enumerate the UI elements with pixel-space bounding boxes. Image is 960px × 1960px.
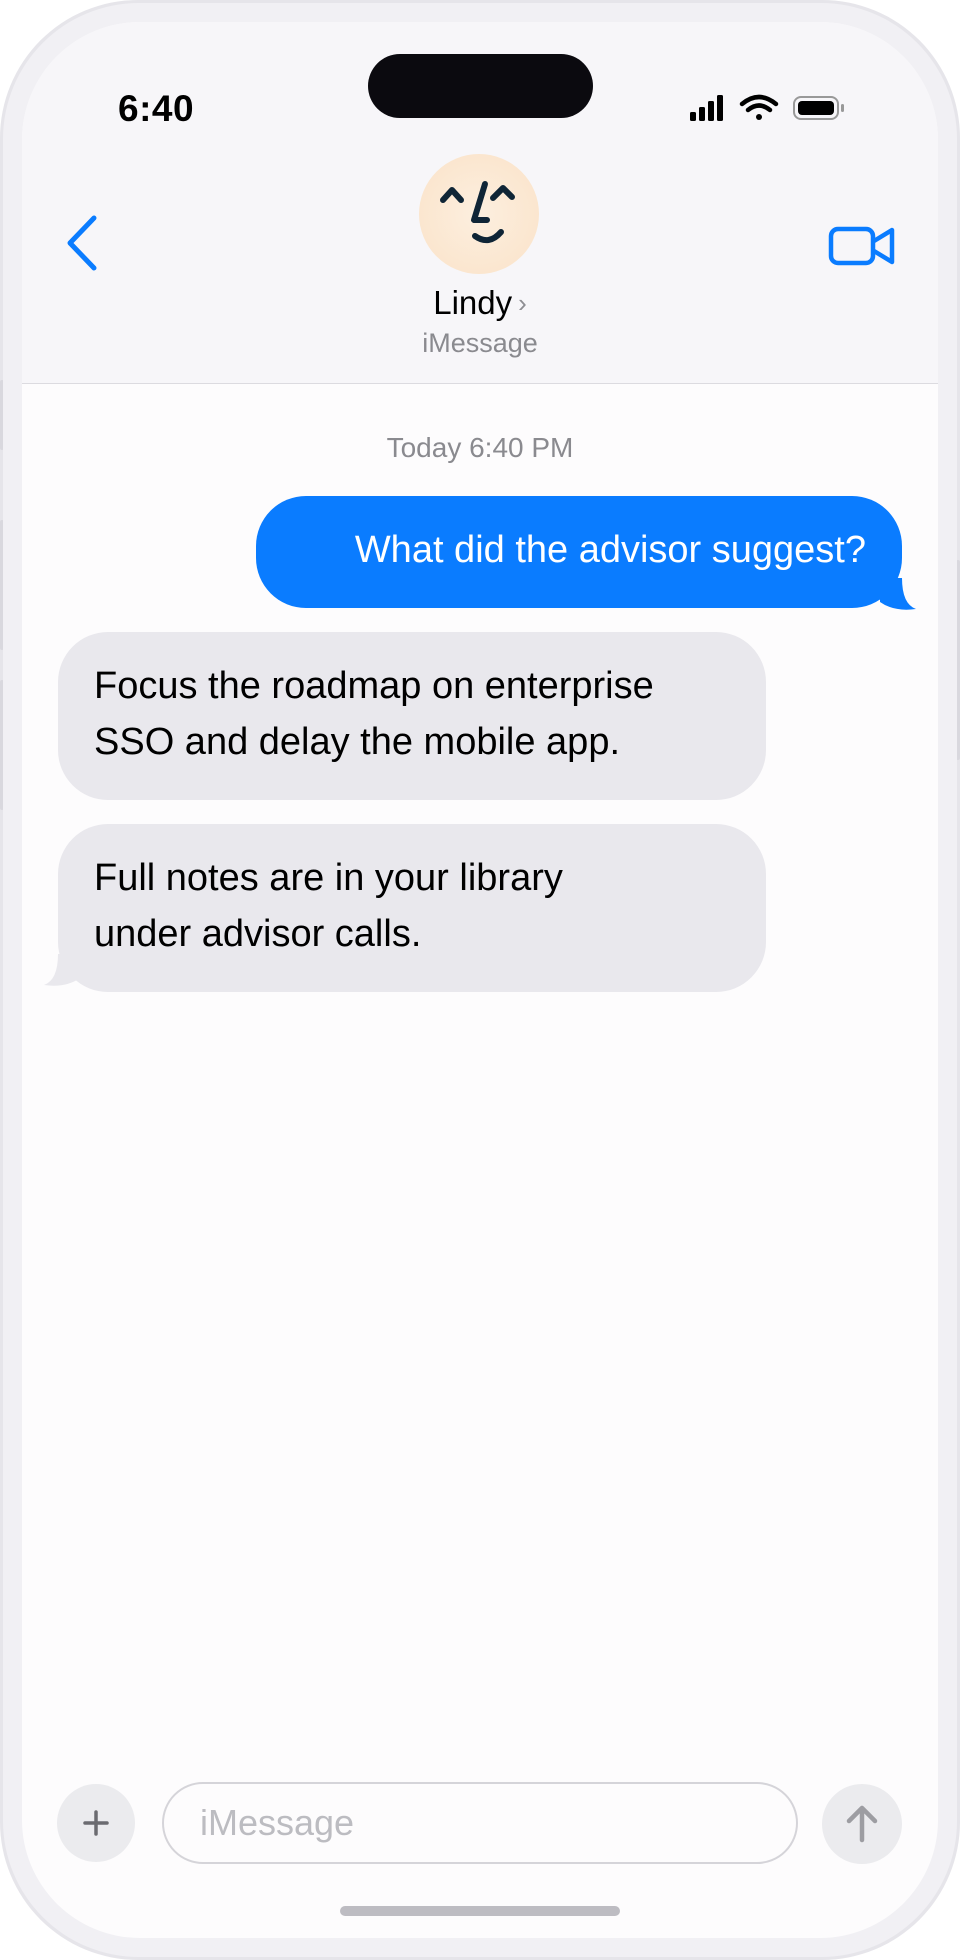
arrow-up-icon (846, 1805, 878, 1843)
chevron-left-icon (67, 215, 97, 271)
incoming-bubble-tail (44, 954, 80, 986)
screen: 6:40 Lindy › iMessage Today 6:40 PM What… (22, 22, 938, 1938)
plus-icon (83, 1810, 109, 1836)
conversation-timestamp: Today 6:40 PM (386, 432, 574, 463)
contact-name-button[interactable]: Lindy › (22, 284, 938, 322)
conversation-header: 6:40 Lindy › iMessage (22, 22, 938, 384)
incoming-message-bubble[interactable]: Focus the roadmap on enterprise SSO and … (58, 632, 766, 800)
contact-name: Lindy (433, 284, 513, 321)
message-line: Full notes are in your library (94, 857, 563, 899)
message-input[interactable] (162, 1782, 798, 1864)
avatar-face-icon (440, 181, 515, 244)
incoming-message-bubble[interactable]: Full notes are in your library under adv… (58, 824, 766, 992)
add-attachment-button[interactable] (57, 1784, 135, 1862)
back-button[interactable] (60, 212, 110, 282)
send-button[interactable] (822, 1784, 902, 1864)
video-camera-icon (828, 226, 895, 266)
home-indicator[interactable] (340, 1906, 620, 1916)
dynamic-island (368, 54, 593, 118)
avatar[interactable] (419, 154, 539, 274)
phone-frame: 6:40 Lindy › iMessage Today 6:40 PM What… (0, 0, 960, 1960)
video-call-button[interactable] (828, 217, 898, 273)
message-line: Focus the roadmap on enterprise (94, 665, 654, 707)
contact-chevron-icon: › (518, 288, 527, 318)
status-icons (690, 94, 844, 121)
message-line: under advisor calls. (94, 913, 422, 955)
outgoing-bubble-tail (880, 578, 916, 610)
message-text: What did the advisor suggest? (354, 529, 866, 571)
battery-icon (793, 96, 844, 120)
cellular-signal-icon (690, 95, 723, 121)
contact-subtitle: iMessage (422, 328, 538, 358)
message-line: SSO and delay the mobile app. (94, 721, 621, 763)
status-time: 6:40 (118, 88, 195, 129)
outgoing-message-bubble[interactable]: What did the advisor suggest? (256, 496, 902, 608)
wifi-icon (739, 94, 779, 120)
